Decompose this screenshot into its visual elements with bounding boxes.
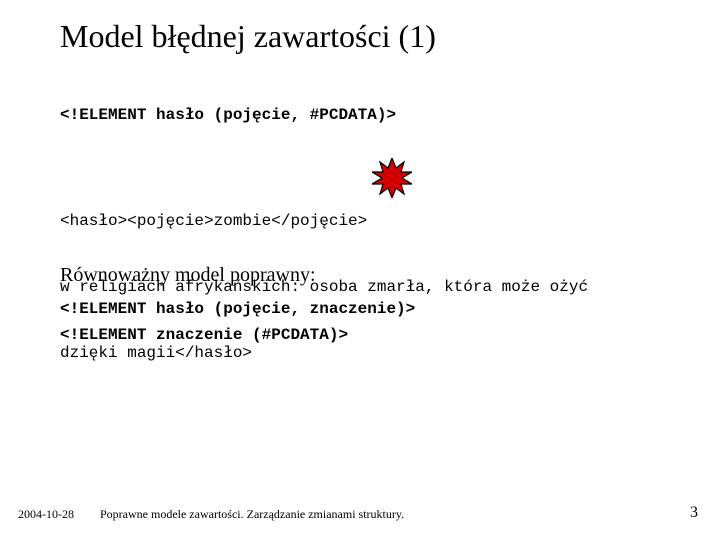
footer-title: Poprawne modele zawartości. Zarządzanie … xyxy=(100,507,404,522)
equivalent-label: Równoważny model poprawny: xyxy=(60,264,316,287)
example-line-3: dzięki magii</hasło> xyxy=(60,342,588,364)
footer-page-number: 3 xyxy=(690,504,698,522)
dtd-fix-2: <!ELEMENT znaczenie (#PCDATA)> xyxy=(60,326,348,344)
footer-date: 2004-10-28 xyxy=(18,507,74,522)
error-starburst-icon xyxy=(372,158,412,198)
example-block: <hasło><pojęcie>zombie</pojęcie> w relig… xyxy=(60,166,588,408)
dtd-bad: <!ELEMENT hasło (pojęcie, #PCDATA)> xyxy=(60,106,396,124)
slide: Model błędnej zawartości (1) <!ELEMENT h… xyxy=(0,0,720,540)
slide-title: Model błędnej zawartości (1) xyxy=(60,18,436,55)
dtd-fix-1: <!ELEMENT hasło (pojęcie, znaczenie)> xyxy=(60,300,415,318)
example-line-1: <hasło><pojęcie>zombie</pojęcie> xyxy=(60,210,588,232)
